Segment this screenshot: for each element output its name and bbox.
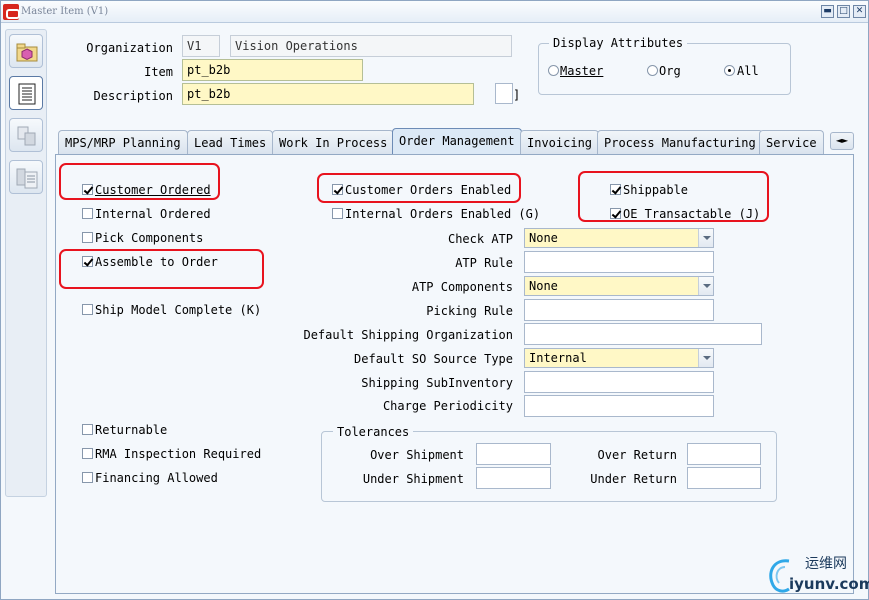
watermark-logo: 运维网 iyunv.com xyxy=(765,551,869,597)
picking-rule-field[interactable] xyxy=(524,299,714,321)
highlight-assemble-to-order xyxy=(59,249,264,289)
financing-allowed-label: Financing Allowed xyxy=(95,471,218,485)
flexfield-button[interactable] xyxy=(495,83,513,104)
check-atp-select[interactable]: None xyxy=(524,228,714,248)
atp-rule-field[interactable] xyxy=(524,251,714,273)
atp-rule-label: ATP Rule xyxy=(455,256,513,270)
close-button[interactable]: ✕ xyxy=(853,5,866,18)
tab-scroll-right-icon[interactable]: ► xyxy=(842,136,848,145)
maximize-button[interactable]: □ xyxy=(837,5,850,18)
charge-periodicity-field[interactable] xyxy=(524,395,714,417)
tab-order-management[interactable]: Order Management xyxy=(392,128,522,155)
internal-ordered-checkbox[interactable] xyxy=(82,208,93,219)
tab-work-in-process[interactable]: Work In Process xyxy=(272,130,395,154)
tab-invoicing[interactable]: Invoicing xyxy=(520,130,600,154)
description-label: Description xyxy=(93,89,173,103)
under-return-label: Under Return xyxy=(590,472,677,486)
chevron-down-icon xyxy=(698,349,713,367)
disabled-list-icon xyxy=(9,160,43,194)
all-radio[interactable] xyxy=(724,65,735,76)
check-atp-label: Check ATP xyxy=(447,232,513,246)
tab-process-manufacturing[interactable]: Process Manufacturing xyxy=(597,130,763,154)
master-item-window: Master Item (V1) ▬ □ ✕ Organization V1 V… xyxy=(0,0,869,600)
title-bar: Master Item (V1) ▬ □ ✕ xyxy=(1,1,868,23)
folder-cube-icon[interactable] xyxy=(9,34,43,68)
highlight-customer-orders-enabled xyxy=(317,173,521,203)
internal-orders-enabled-label: Internal Orders Enabled (G) xyxy=(345,207,541,221)
under-return-field[interactable] xyxy=(687,467,761,489)
minimize-button[interactable]: ▬ xyxy=(821,5,834,18)
default-shipping-organization-label: Default Shipping Organization xyxy=(303,328,513,342)
under-shipment-label: Under Shipment xyxy=(362,472,464,486)
default-so-source-type-label: Default SO Source Type xyxy=(354,352,513,366)
over-return-label: Over Return xyxy=(597,448,677,462)
tab-lead-times[interactable]: Lead Times xyxy=(187,130,274,154)
returnable-label: Returnable xyxy=(95,423,168,437)
oracle-logo-icon xyxy=(3,4,20,20)
display-attributes-title: Display Attributes xyxy=(549,36,688,50)
atp-components-select[interactable]: None xyxy=(524,276,714,296)
tolerances-title: Tolerances xyxy=(333,425,414,439)
highlight-shipping-flags xyxy=(578,171,769,222)
ship-model-complete-checkbox[interactable] xyxy=(82,304,93,315)
item-field[interactable]: pt_b2b xyxy=(182,59,363,81)
flexfield-bracket: ] xyxy=(513,88,521,102)
item-label: Item xyxy=(144,65,173,79)
document-list-icon[interactable] xyxy=(9,76,43,110)
internal-orders-enabled-checkbox[interactable] xyxy=(332,208,343,219)
financing-allowed-checkbox[interactable] xyxy=(82,472,93,483)
atp-components-label: ATP Components xyxy=(411,280,513,294)
all-radio-label: All xyxy=(737,64,759,78)
highlight-customer-ordered xyxy=(59,163,220,200)
master-radio-label: Master xyxy=(560,64,604,78)
ship-model-complete-label: Ship Model Complete (K) xyxy=(95,303,262,317)
org-radio[interactable] xyxy=(647,65,658,76)
master-radio[interactable] xyxy=(548,65,559,76)
organization-label: Organization xyxy=(86,41,173,55)
shipping-subinventory-field[interactable] xyxy=(524,371,714,393)
over-shipment-field[interactable] xyxy=(476,443,551,465)
chevron-down-icon xyxy=(698,277,713,295)
rma-inspection-required-label: RMA Inspection Required xyxy=(95,447,262,461)
left-toolbar xyxy=(5,29,47,497)
default-so-source-type-select[interactable]: Internal xyxy=(524,348,714,368)
org-radio-label: Org xyxy=(659,64,681,78)
charge-periodicity-label: Charge Periodicity xyxy=(382,399,513,413)
disabled-copy-icon xyxy=(9,118,43,152)
pick-components-label: Pick Components xyxy=(95,231,204,245)
chevron-down-icon xyxy=(698,229,713,247)
organization-name-field[interactable]: Vision Operations xyxy=(230,35,512,57)
window-title: Master Item (V1) xyxy=(21,6,109,17)
tab-service[interactable]: Service xyxy=(759,130,824,154)
default-shipping-organization-field[interactable] xyxy=(524,323,762,345)
pick-components-checkbox[interactable] xyxy=(82,232,93,243)
under-shipment-field[interactable] xyxy=(476,467,551,489)
over-shipment-label: Over Shipment xyxy=(370,448,464,462)
rma-inspection-required-checkbox[interactable] xyxy=(82,448,93,459)
over-return-field[interactable] xyxy=(687,443,761,465)
picking-rule-label: Picking Rule xyxy=(426,304,513,318)
tab-mps-mrp-planning[interactable]: MPS/MRP Planning xyxy=(58,130,188,154)
organization-code-field[interactable]: V1 xyxy=(182,35,220,57)
watermark-cn: 运维网 xyxy=(805,556,847,572)
internal-ordered-label: Internal Ordered xyxy=(95,207,211,221)
returnable-checkbox[interactable] xyxy=(82,424,93,435)
description-field[interactable]: pt_b2b xyxy=(182,83,474,105)
tab-scroll-button[interactable]: ◄► xyxy=(830,132,854,150)
shipping-subinventory-label: Shipping SubInventory xyxy=(361,376,513,390)
watermark-en: iyunv.com xyxy=(789,575,869,593)
